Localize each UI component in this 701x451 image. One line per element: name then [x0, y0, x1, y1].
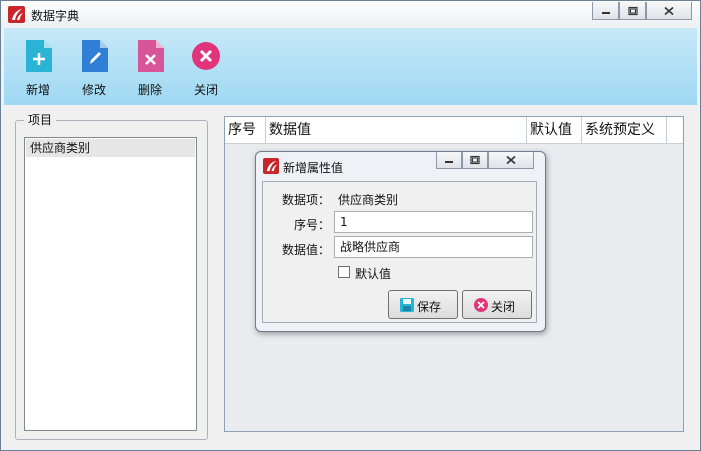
close-circle-icon: [474, 298, 488, 312]
add-value-dialog: 新增属性值 数据项： 供应商类别 序号： 1 数据值： 战略供应商 默认值 保存: [255, 151, 546, 332]
dialog-form-panel: 数据项： 供应商类别 序号： 1 数据值： 战略供应商 默认值 保存 关闭: [262, 181, 537, 323]
dialog-minimize-button[interactable]: [436, 152, 462, 169]
item-label: 数据项：: [281, 193, 330, 207]
restore-button[interactable]: [619, 2, 646, 20]
project-list[interactable]: 供应商类别: [24, 137, 197, 431]
new-button[interactable]: 新增: [16, 38, 60, 100]
toolbar-close-label: 关闭: [193, 83, 218, 97]
dialog-title: 新增属性值: [283, 161, 344, 175]
close-circle-icon: [192, 42, 220, 70]
column-header-seq[interactable]: 序号: [225, 117, 266, 143]
seq-label: 序号：: [293, 218, 330, 232]
value-label: 数据值：: [281, 243, 330, 257]
edit-button[interactable]: 修改: [72, 38, 116, 100]
file-delete-icon: [138, 40, 164, 72]
delete-button[interactable]: 删除: [128, 38, 172, 100]
minimize-button[interactable]: [592, 2, 619, 20]
list-item[interactable]: 供应商类别: [26, 139, 195, 157]
new-label: 新增: [25, 83, 50, 97]
minimize-icon: [445, 161, 453, 163]
delete-label: 删除: [137, 83, 162, 97]
column-header-default[interactable]: 默认值: [527, 117, 582, 143]
minimize-icon: [601, 11, 610, 14]
file-edit-icon: [82, 40, 108, 72]
save-icon: [400, 298, 414, 312]
save-label: 保存: [417, 300, 442, 314]
default-label: 默认值: [355, 267, 392, 281]
close-button[interactable]: [646, 2, 692, 20]
toolbar: 新增 修改 删除 关闭: [4, 28, 697, 105]
file-add-icon: [26, 40, 52, 72]
column-header-value[interactable]: 数据值: [266, 117, 527, 143]
close-icon: [506, 155, 516, 165]
save-button[interactable]: 保存: [388, 290, 458, 319]
app-logo-icon: [8, 6, 25, 23]
dialog-close-label: 关闭: [491, 300, 516, 314]
seq-input[interactable]: 1: [334, 211, 533, 233]
title-bar[interactable]: 数据字典: [1, 1, 700, 28]
restore-icon: [470, 155, 480, 165]
value-input[interactable]: 战略供应商: [334, 236, 533, 258]
default-checkbox[interactable]: [338, 266, 350, 278]
toolbar-close-button[interactable]: 关闭: [184, 38, 228, 100]
project-legend: 项目: [24, 111, 57, 128]
item-value: 供应商类别: [338, 193, 399, 207]
dialog-restore-button[interactable]: [462, 152, 488, 169]
grid-header: 序号 数据值 默认值 系统预定义: [225, 117, 683, 144]
column-header-system[interactable]: 系统预定义: [582, 117, 667, 143]
close-icon: [664, 6, 674, 15]
dialog-close-button[interactable]: 关闭: [462, 290, 532, 319]
edit-label: 修改: [81, 83, 106, 97]
window-title: 数据字典: [31, 9, 80, 23]
dialog-close-x-button[interactable]: [488, 152, 534, 169]
dialog-app-icon: [263, 158, 279, 174]
restore-icon: [627, 6, 638, 15]
